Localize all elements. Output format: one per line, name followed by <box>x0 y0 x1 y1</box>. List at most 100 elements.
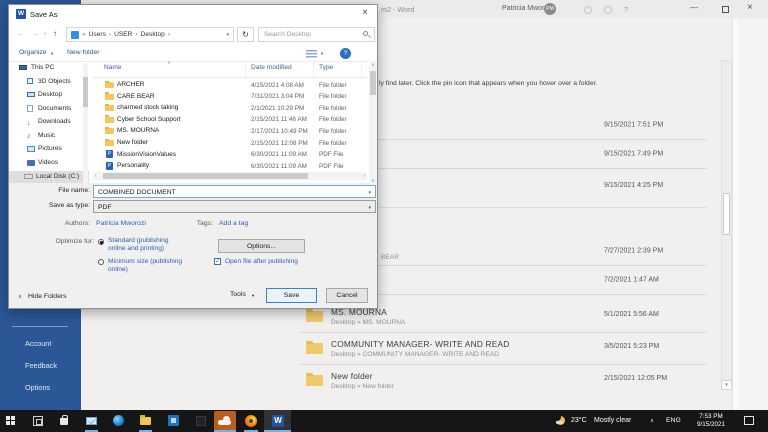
file-row[interactable]: charmed stock taking 2/1/2021 10:29 PM F… <box>93 102 369 114</box>
column-header-name[interactable]: Name <box>104 64 122 71</box>
sidebar-item-this-pc[interactable]: This PC <box>31 64 54 71</box>
sidebar-item-downloads[interactable]: Downloads <box>38 118 71 125</box>
breadcrumb-users[interactable]: Users <box>89 31 106 38</box>
sidebar-item-documents[interactable]: Documents <box>38 105 71 112</box>
forward-icon[interactable]: → <box>31 29 39 38</box>
file-explorer-icon[interactable] <box>140 415 151 425</box>
backstage-scrollbar-thumb[interactable] <box>723 193 730 235</box>
task-view-icon[interactable] <box>33 416 43 426</box>
tray-temperature[interactable]: 23°C <box>571 417 587 424</box>
options-button[interactable]: Options... <box>218 239 305 253</box>
file-row[interactable]: New folder 2/15/2021 12:08 PM File folde… <box>93 137 369 149</box>
open-after-publishing-label[interactable]: Open file after publishing <box>225 258 298 265</box>
file-row[interactable]: MS. MOURNA 2/17/2021 10:49 PM File folde… <box>93 125 369 137</box>
recent-folder-row[interactable]: COMMUNITY MANAGER- WRITE AND READ Deskto… <box>300 335 707 365</box>
breadcrumb-desktop[interactable]: Desktop <box>141 31 165 38</box>
sidebar-item-feedback[interactable]: Feedback <box>25 361 57 370</box>
back-icon[interactable]: ← <box>17 29 25 38</box>
file-row[interactable]: P Personality 6/30/2021 11:09 AM PDF Fil… <box>93 160 369 172</box>
up-icon[interactable]: ↑ <box>53 29 57 38</box>
start-button[interactable] <box>6 416 10 420</box>
list-hscrollbar-thumb[interactable] <box>103 173 308 179</box>
file-row[interactable]: CARE BEAR 7/31/2021 3:04 PM File folder <box>93 91 369 103</box>
sidebar-item-account[interactable]: Account <box>25 339 51 348</box>
view-options-icon[interactable] <box>306 50 317 58</box>
clock[interactable]: 7:53 PM 9/15/2021 <box>690 413 732 429</box>
restore-button[interactable] <box>722 6 729 13</box>
list-scrollbar-thumb[interactable] <box>370 71 376 95</box>
sidebar-item-pictures[interactable]: Pictures <box>38 145 62 152</box>
radio-minimum-label[interactable]: Minimum size (publishing online) <box>108 258 184 274</box>
cancel-button[interactable]: Cancel <box>326 288 368 303</box>
action-center-icon[interactable] <box>744 416 754 425</box>
column-header-date[interactable]: Date modified <box>251 64 292 71</box>
column-header-type[interactable]: Type <box>319 64 333 71</box>
new-folder-button[interactable]: New folder <box>67 49 100 56</box>
minimize-button[interactable]: — <box>690 3 698 12</box>
authors-value[interactable]: Patricia Mworozi <box>96 220 146 227</box>
radio-standard[interactable] <box>98 239 104 245</box>
chevron-down-icon[interactable]: ▾ <box>226 32 229 38</box>
add-tag-link[interactable]: Add a tag <box>219 220 248 227</box>
tools-button[interactable]: Tools <box>230 291 246 298</box>
sidebar-item-videos[interactable]: Videos <box>38 159 58 166</box>
dialog-titlebar[interactable]: W Save As × <box>9 5 377 23</box>
language-indicator[interactable]: ENG <box>666 417 681 424</box>
help-icon[interactable]: ? <box>340 48 351 59</box>
file-row[interactable]: ARCHER 4/15/2021 4:08 AM File folder <box>93 79 369 91</box>
scroll-down-icon[interactable]: ▾ <box>721 380 732 390</box>
scroll-down-icon[interactable]: ∨ <box>369 178 377 184</box>
weather-moon-icon[interactable] <box>553 413 565 425</box>
mail-icon[interactable] <box>86 417 97 425</box>
recent-folder-row[interactable]: New folder Desktop » New folder 2/15/202… <box>300 367 707 397</box>
list-vertical-scrollbar[interactable]: ∧ ∨ <box>369 61 377 185</box>
scroll-up-icon[interactable]: ∧ <box>369 62 377 68</box>
sidebar-item-3d-objects[interactable]: 3D Objects <box>38 78 71 85</box>
file-row[interactable]: P MissionVisionValues 6/30/2021 11:09 AM… <box>93 149 369 161</box>
open-after-publishing-checkbox[interactable]: ✓ <box>214 258 221 265</box>
avatar[interactable]: PM <box>544 3 556 15</box>
hide-folders-button[interactable]: Hide Folders <box>28 293 67 300</box>
frown-feedback-icon[interactable] <box>604 6 612 14</box>
search-input[interactable]: Search Desktop <box>258 27 375 42</box>
history-dropdown-icon[interactable]: ▾ <box>44 31 46 37</box>
file-row[interactable]: Cyber School Support 2/15/2021 11:46 AM … <box>93 114 369 126</box>
address-breadcrumb[interactable]: « Users › USER › Desktop › ▾ <box>66 27 234 42</box>
radio-standard-label[interactable]: Standard (publishing online and printing… <box>108 237 184 253</box>
chevron-down-icon[interactable]: ▾ <box>368 190 371 196</box>
sidebar-item-local-disk[interactable]: Local Disk (C:) <box>36 173 79 180</box>
radio-minimum-size[interactable] <box>98 259 104 265</box>
help-icon[interactable]: ? <box>624 5 628 14</box>
nav-scrollbar[interactable] <box>83 63 88 185</box>
refresh-button[interactable]: ↻ <box>237 27 254 42</box>
column-divider[interactable] <box>313 62 314 77</box>
photos-app-icon[interactable] <box>168 415 179 426</box>
pinned-app-icon[interactable] <box>196 416 206 426</box>
search-icon[interactable] <box>363 31 368 36</box>
nav-scrollbar-thumb[interactable] <box>83 77 88 107</box>
tray-weather-condition[interactable]: Mostly clear <box>594 417 631 424</box>
sidebar-item-options[interactable]: Options <box>25 383 50 392</box>
firefox-icon[interactable] <box>245 415 257 427</box>
chevron-down-icon[interactable]: ▾ <box>252 293 254 299</box>
chevron-down-icon[interactable]: ▾ <box>368 205 371 211</box>
close-icon[interactable]: × <box>353 5 377 21</box>
breadcrumb-user[interactable]: USER <box>114 31 132 38</box>
save-button[interactable]: Save <box>266 288 317 303</box>
sidebar-item-desktop[interactable]: Desktop <box>38 91 62 98</box>
scroll-left-icon[interactable]: ‹ <box>95 173 97 178</box>
sidebar-item-music[interactable]: Music <box>38 132 55 139</box>
chevron-down-icon[interactable]: ▾ <box>321 51 323 57</box>
save-as-type-select[interactable]: PDF ▾ <box>93 200 376 213</box>
list-horizontal-scrollbar[interactable]: ‹ › <box>93 172 367 180</box>
hidden-icons-chevron[interactable]: ∧ <box>650 418 654 424</box>
close-window-button[interactable]: × <box>747 2 753 13</box>
file-name-input[interactable]: COMBINED DOCUMENT ▾ <box>93 185 376 198</box>
store-icon[interactable] <box>60 415 68 425</box>
word-taskbar-button[interactable]: W <box>264 410 291 432</box>
organize-button[interactable]: Organize <box>19 49 47 56</box>
weather-app-icon[interactable] <box>214 411 236 431</box>
column-divider[interactable] <box>245 62 246 77</box>
edge-browser-icon[interactable] <box>113 415 124 426</box>
column-divider[interactable] <box>361 62 362 77</box>
